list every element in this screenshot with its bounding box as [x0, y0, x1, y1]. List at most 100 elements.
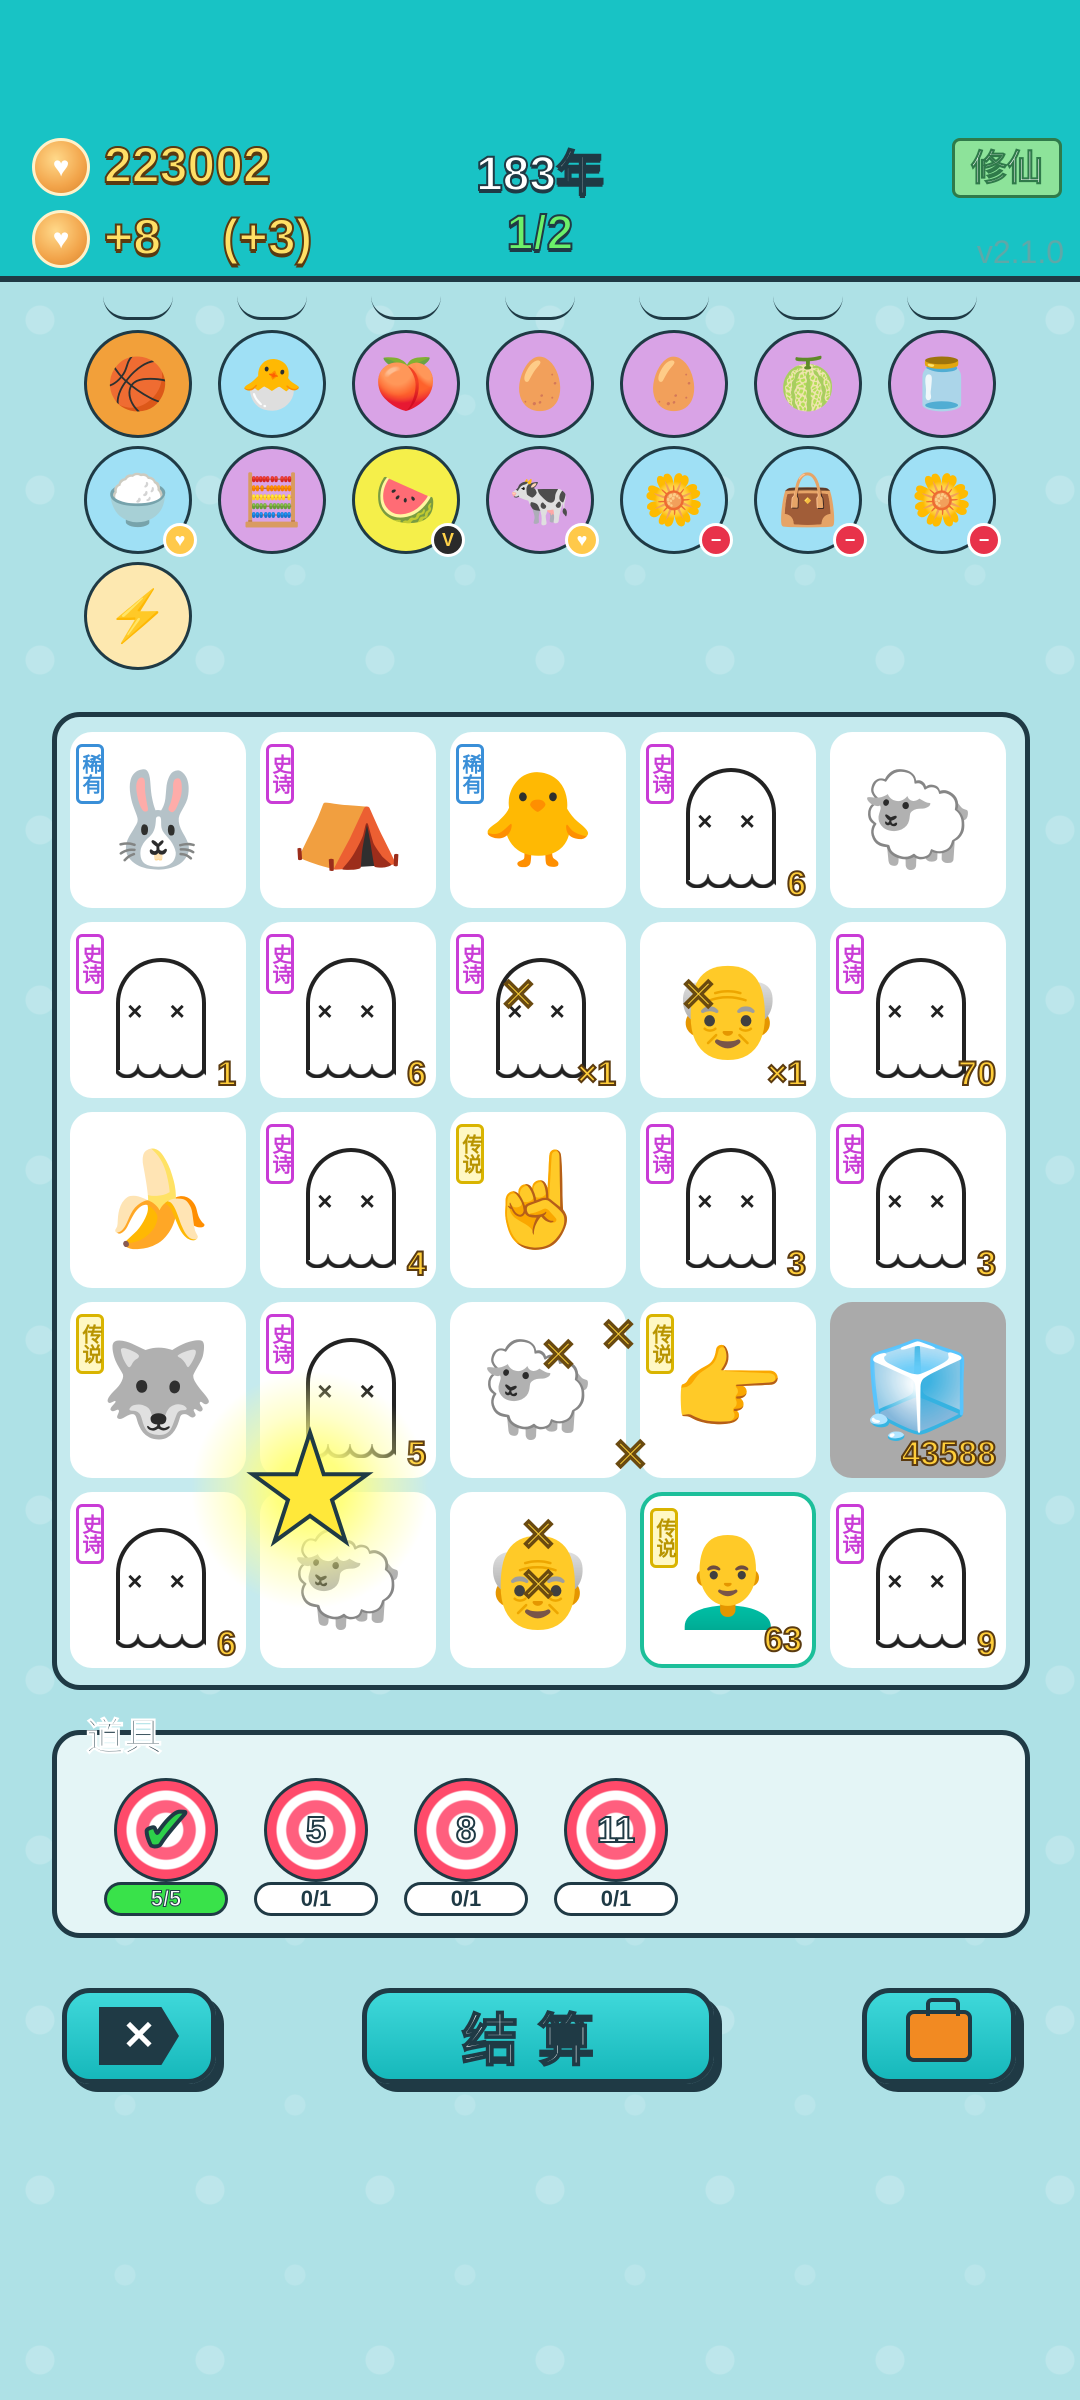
cell-count: 63	[763, 1620, 803, 1660]
banana-icon: 🍌	[100, 1148, 216, 1251]
gold-coin-icon: ♥	[32, 138, 90, 196]
potted-flower-icon-2[interactable]: 🌼 −	[888, 446, 1001, 557]
tool-target-icon[interactable]: 11	[564, 1778, 668, 1882]
cell-count: 6	[406, 1054, 427, 1094]
cell-count: 1	[216, 1054, 237, 1094]
rarity-tag: 传说	[646, 1314, 674, 1374]
rarity-tag: 史诗	[646, 744, 674, 804]
cell-count: 70	[957, 1054, 997, 1094]
board-cell-chick[interactable]: 🐥 稀有	[450, 732, 626, 908]
settle-button[interactable]: 结算	[362, 1988, 714, 2084]
rarity-tag: 史诗	[266, 1124, 294, 1184]
board-cell-sheep[interactable]: 🐑	[830, 732, 1006, 908]
pomelo-icon[interactable]: 🍈	[754, 330, 862, 438]
cell-count: ×1	[576, 1054, 617, 1094]
backpack-button[interactable]	[862, 1988, 1016, 2084]
rarity-tag: 传说	[650, 1508, 678, 1568]
cell-count: 6	[786, 864, 807, 904]
ghost-icon: × ×	[876, 958, 966, 1078]
heart-badge-icon: ♥	[163, 523, 197, 557]
cell-count: ×1	[766, 1054, 807, 1094]
x-mark-icon: ✕	[679, 970, 718, 1021]
x-mark-icon: ✕	[519, 1560, 558, 1611]
cell-count: 43588	[900, 1434, 997, 1474]
tool-progress: 0/1	[404, 1882, 528, 1916]
math-student-icon[interactable]: 🧮	[218, 446, 326, 554]
gold-total: 223002	[103, 136, 272, 194]
year-counter: 183年	[475, 147, 605, 202]
heart-badge-icon: ♥	[565, 523, 599, 557]
cell-count: 3	[976, 1244, 997, 1284]
version-label: v2.1.0	[976, 234, 1064, 270]
board-cell-ghost[interactable]: × × 史诗 9	[830, 1492, 1006, 1668]
board-cell-pointing-hand[interactable]: 👉 传说	[640, 1302, 816, 1478]
income-coin-icon: ♥	[32, 210, 90, 268]
rarity-tag: 史诗	[76, 1504, 104, 1564]
tool-progress: 0/1	[254, 1882, 378, 1916]
board-cell-pointing-hand[interactable]: ☝ 传说	[450, 1112, 626, 1288]
rarity-tag: 史诗	[836, 934, 864, 994]
cell-count: 6	[216, 1624, 237, 1664]
minus-badge-icon: −	[699, 523, 733, 557]
round-counter: 1/2	[506, 206, 575, 261]
seed-bag-icon[interactable]: 👜 −	[754, 446, 867, 557]
board-cell-rabbit[interactable]: 🐰 稀有	[70, 732, 246, 908]
board-cell-banana[interactable]: 🍌	[70, 1112, 246, 1288]
chick-egg-icon[interactable]: 🐣	[218, 330, 326, 438]
board-cell-ghost[interactable]: × × 史诗 ×1	[450, 922, 626, 1098]
cell-count: 9	[976, 1624, 997, 1664]
tool-target-icon[interactable]: 8	[414, 1778, 518, 1882]
board-cell-ghost[interactable]: × × 史诗 1	[70, 922, 246, 1098]
ghost-icon: × ×	[686, 1148, 776, 1268]
cracked-egg-icon[interactable]: 🥚	[486, 330, 594, 438]
rarity-tag: 稀有	[456, 744, 484, 804]
rarity-tag: 史诗	[456, 934, 484, 994]
board-cell-rabbit-tent[interactable]: ⛺ 史诗	[260, 732, 436, 908]
minus-badge-icon: −	[967, 523, 1001, 557]
xiuxian-button[interactable]: 修仙	[952, 138, 1062, 198]
fruit-basket-icon[interactable]: 🍉 V	[352, 446, 465, 557]
board-cell-old-man[interactable]: 👴 ×1	[640, 922, 816, 1098]
board-cell-ghost[interactable]: × × 史诗 70	[830, 922, 1006, 1098]
ghost-icon: × ×	[306, 958, 396, 1078]
top-bar: ♥ 223002 ♥ +8 (+3) 183年 1/2 修仙 v2.1.0	[0, 0, 1080, 282]
tool-target-icon[interactable]: 5	[264, 1778, 368, 1882]
close-icon: ✕	[99, 2007, 179, 2065]
cell-count: 4	[406, 1244, 427, 1284]
gold-income: +8	[103, 208, 162, 266]
rarity-tag: 史诗	[836, 1124, 864, 1184]
lightning-icon[interactable]: ⚡	[84, 562, 192, 670]
rarity-tag: 史诗	[266, 744, 294, 804]
cracked-egg-icon-2[interactable]: 🥚	[620, 330, 728, 438]
ghost-icon: × ×	[686, 768, 776, 888]
items-title: 道具	[85, 1717, 163, 1760]
board-cell-ghost[interactable]: × × 史诗 4	[260, 1112, 436, 1288]
basketballs-icon[interactable]: 🏀	[84, 330, 192, 438]
board-cell-ghost[interactable]: × × 史诗 6	[260, 922, 436, 1098]
peach-sunglasses-icon[interactable]: 🍑	[352, 330, 460, 438]
rarity-tag: 传说	[76, 1314, 104, 1374]
board-cell-bald-man[interactable]: 👨‍🦲 传说 63	[640, 1492, 816, 1668]
board-cell-fridge[interactable]: 🧊 43588	[830, 1302, 1006, 1478]
board-cell-ghost[interactable]: × × 史诗 3	[640, 1112, 816, 1288]
close-button[interactable]: ✕	[62, 1988, 216, 2084]
potted-flower-icon[interactable]: 🌼 −	[620, 446, 733, 557]
x-mark-icon: ✕	[499, 970, 538, 1021]
gold-bonus: (+3)	[221, 208, 313, 266]
board-cell-ghost[interactable]: × × 史诗 3	[830, 1112, 1006, 1288]
jar-icon[interactable]: 🫙	[888, 330, 996, 438]
rarity-tag: 史诗	[266, 934, 294, 994]
tool-progress: 0/1	[554, 1882, 678, 1916]
rice-bowl-icon[interactable]: 🍚 ♥	[84, 446, 197, 557]
minus-badge-icon: −	[833, 523, 867, 557]
board-cell-ghost[interactable]: × × 史诗 6	[640, 732, 816, 908]
tool-progress: 5/5	[104, 1882, 228, 1916]
cell-count: 3	[786, 1244, 807, 1284]
star-burst-icon: ★	[190, 1370, 430, 1610]
ghost-icon: × ×	[876, 1148, 966, 1268]
rarity-tag: 史诗	[266, 1314, 294, 1374]
rarity-tag: 稀有	[76, 744, 104, 804]
tool-target-icon[interactable]: ✔	[114, 1778, 218, 1882]
twin-cows-icon[interactable]: 🐄 ♥	[486, 446, 599, 557]
rarity-tag: 史诗	[76, 934, 104, 994]
